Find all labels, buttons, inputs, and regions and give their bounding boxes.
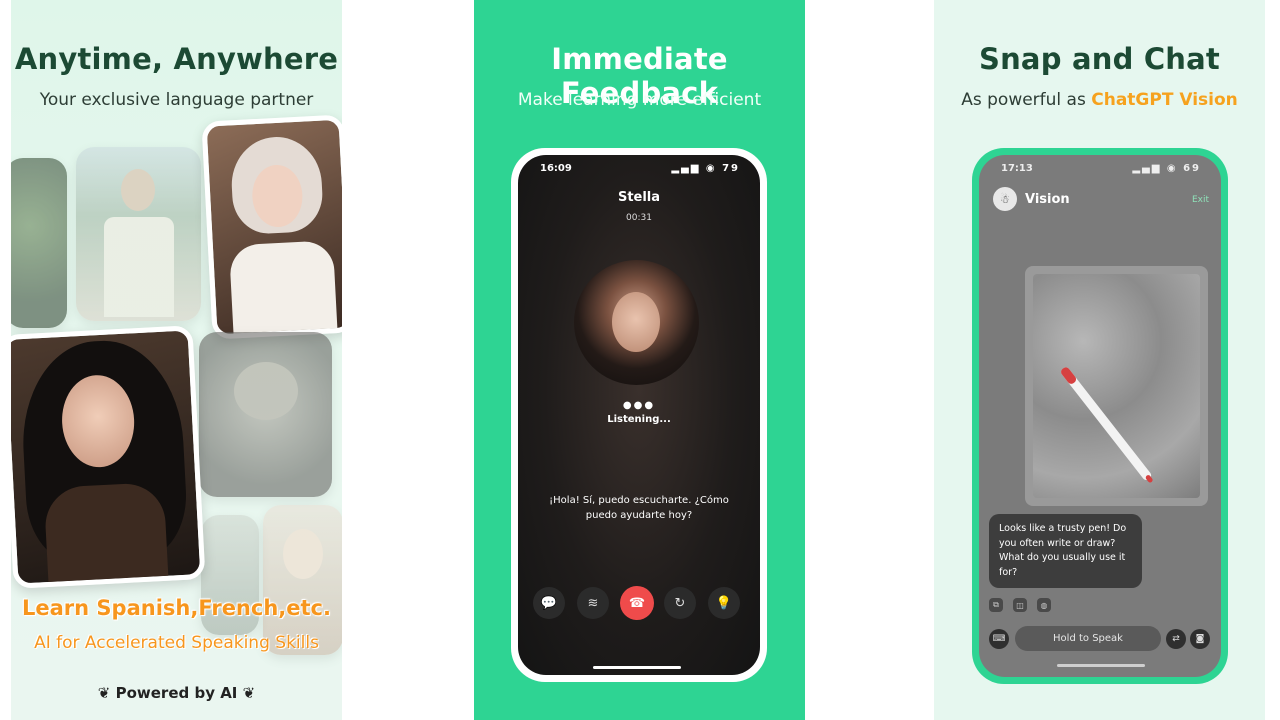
status-icons: ▂▄▆ ◉ 79 (671, 163, 740, 174)
hangup-button[interactable]: ☎ (620, 586, 654, 620)
chat-button[interactable]: 💬 (533, 587, 565, 619)
promo-languages: Learn Spanish,French,etc. (22, 596, 331, 620)
subtitle-prefix: As powerful as (961, 90, 1092, 110)
status-bar: 17:13 ▂▄▆ ◉ 69 (979, 163, 1221, 179)
man-shirt (104, 217, 174, 317)
call-controls: 💬 ≋ ☎ ↻ 💡 (518, 586, 760, 621)
pen-cap (1059, 365, 1078, 386)
call-screen: 16:09 ▂▄▆ ◉ 79 Stella 00:31 ●●● Listenin… (518, 155, 760, 675)
keyboard-icon[interactable]: ⌨ (989, 629, 1009, 649)
reply-actions: ⧉ ◫ ◍ (989, 598, 1069, 614)
listening-dots: ●●● (622, 400, 656, 411)
replay-audio-icon[interactable]: ◫ (1013, 598, 1027, 612)
status-bar: 16:09 ▂▄▆ ◉ 79 (518, 163, 760, 179)
snapped-photo (1025, 266, 1208, 506)
input-bar: ⌨ Hold to Speak ⇄ ◙ (979, 625, 1221, 655)
man-face (121, 169, 155, 211)
listening-status: Listening... (607, 414, 671, 425)
character-card-silver-hair (201, 114, 342, 340)
powered-label: Powered by AI (115, 684, 238, 702)
caller-avatar (574, 260, 699, 385)
panel2-subtitle: Make learning more efficient (517, 90, 762, 110)
cat-face (234, 362, 298, 420)
exit-link[interactable]: Exit (1192, 195, 1209, 205)
silver-hair-shirt (228, 240, 338, 340)
mute-icon: ≋ (587, 595, 599, 611)
hint-icon: 💡 (715, 595, 733, 611)
camera-icon[interactable]: ◙ (1190, 629, 1210, 649)
hint-button[interactable]: 💡 (708, 587, 740, 619)
status-time: 17:13 (1001, 163, 1033, 174)
speed-button[interactable]: ↻ (664, 587, 696, 619)
character-card-cat (199, 332, 332, 497)
subtitle-highlight: ChatGPT Vision (1091, 90, 1238, 110)
call-caption: ¡Hola! Sí, puedo escucharte. ¿Cómo puedo… (549, 495, 729, 521)
powered-by-ai: ❦ Powered by AI ❦ (11, 684, 342, 702)
mute-button[interactable]: ≋ (577, 587, 609, 619)
pen-shape (1059, 365, 1154, 484)
status-icons: ▂▄▆ ◉ 69 (1132, 163, 1201, 174)
character-card-dark-hair (11, 325, 206, 589)
vision-header: ☃ Vision (993, 187, 1193, 213)
pen-photo (1033, 274, 1200, 498)
switch-icon[interactable]: ⇄ (1166, 629, 1186, 649)
translate-icon[interactable]: ◍ (1037, 598, 1051, 612)
promo-speaking-skills: AI for Accelerated Speaking Skills (34, 633, 319, 653)
asian-face (283, 529, 323, 579)
caller-face (612, 292, 660, 352)
vision-screen: 17:13 ▂▄▆ ◉ 69 ☃ Vision Exit Looks like … (979, 155, 1221, 677)
copy-icon[interactable]: ⧉ (989, 598, 1003, 612)
home-indicator (1057, 664, 1145, 667)
panel3-subtitle: As powerful as ChatGPT Vision (934, 90, 1265, 110)
status-time: 16:09 (540, 163, 572, 174)
panel1-title: Anytime, Anywhere (14, 42, 339, 76)
character-card-forest (11, 158, 67, 328)
call-duration: 00:31 (626, 213, 652, 223)
screenshot-stage: Anytime, Anywhere Your exclusive languag… (0, 0, 1280, 720)
hangup-icon: ☎ (628, 595, 646, 611)
hold-to-speak-button[interactable]: Hold to Speak (1015, 626, 1161, 651)
panel1-subtitle: Your exclusive language partner (39, 90, 314, 110)
panel-anytime: Anytime, Anywhere Your exclusive languag… (11, 0, 342, 720)
panel-feedback: Immediate Feedback Make learning more ef… (474, 0, 805, 720)
character-card-man (76, 147, 201, 321)
phone-vision-mockup: 17:13 ▂▄▆ ◉ 69 ☃ Vision Exit Looks like … (972, 148, 1228, 684)
vision-title: Vision (1025, 192, 1070, 207)
chat-icon: 💬 (540, 595, 558, 611)
dark-hair-outfit (43, 481, 169, 589)
phone-call-mockup: 16:09 ▂▄▆ ◉ 79 Stella 00:31 ●●● Listenin… (511, 148, 767, 682)
panel3-title: Snap and Chat (979, 42, 1220, 76)
laurel-left-icon: ❦ (97, 684, 111, 702)
ai-reply-bubble: Looks like a trusty pen! Do you often wr… (989, 514, 1142, 588)
pen-tip (1144, 474, 1154, 484)
laurel-right-icon: ❦ (242, 684, 256, 702)
panel-snap-chat: Snap and Chat As powerful as ChatGPT Vis… (934, 0, 1265, 720)
caller-name: Stella (617, 190, 661, 205)
speed-icon: ↻ (674, 595, 686, 611)
vision-avatar-icon: ☃ (993, 187, 1017, 211)
home-indicator (593, 666, 681, 669)
